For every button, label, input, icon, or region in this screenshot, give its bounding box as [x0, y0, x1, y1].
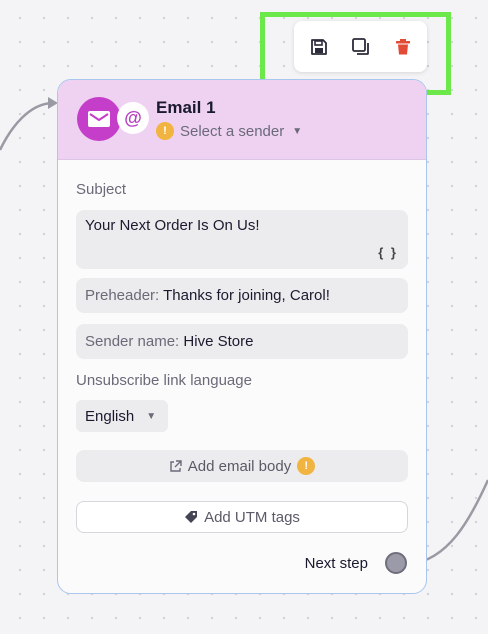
duplicate-button[interactable] — [350, 36, 372, 58]
node-title: Email 1 — [156, 98, 216, 117]
sender-name-field[interactable]: Sender name: Hive Store — [76, 324, 408, 359]
subject-field[interactable]: Your Next Order Is On Us! { } — [76, 210, 408, 269]
duplicate-icon — [351, 37, 369, 55]
chevron-down-icon: ▼ — [292, 125, 303, 137]
sender-name-value: Hive Store — [183, 333, 254, 350]
language-value: English — [85, 407, 135, 425]
envelope-icon — [88, 111, 110, 127]
warning-icon: ! — [156, 122, 174, 140]
subject-label: Subject — [76, 181, 127, 198]
save-button[interactable] — [308, 36, 330, 58]
trash-icon — [395, 38, 410, 54]
add-email-body-button[interactable]: Add email body ! — [76, 450, 408, 482]
next-step-label: Next step — [304, 555, 368, 572]
node-toolbar — [294, 21, 427, 72]
warning-icon: ! — [297, 457, 316, 475]
email-node[interactable]: @ Email 1 ! Select a sender ▼ Subject Yo… — [57, 79, 427, 594]
incoming-connector — [0, 101, 53, 151]
at-sign-icon: @ — [117, 102, 149, 134]
unsubscribe-label: Unsubscribe link language — [76, 372, 252, 389]
tag-icon — [185, 511, 198, 523]
preheader-value: Thanks for joining, Carol! — [163, 287, 330, 304]
chevron-down-icon: ▼ — [146, 410, 157, 422]
sender-name-key: Sender name: — [85, 333, 180, 350]
subject-value: Your Next Order Is On Us! — [85, 217, 260, 234]
add-utm-tags-button[interactable]: Add UTM tags — [76, 501, 408, 533]
next-step-handle[interactable] — [385, 552, 407, 574]
sender-select[interactable]: ! Select a sender ▼ — [156, 122, 302, 140]
preheader-key: Preheader: — [85, 287, 160, 304]
email-avatar — [77, 97, 121, 141]
language-select[interactable]: English ▼ — [76, 400, 169, 432]
preheader-field[interactable]: Preheader: Thanks for joining, Carol! — [76, 278, 408, 313]
external-link-icon — [170, 459, 182, 472]
add-email-body-label: Add email body — [187, 457, 292, 475]
save-icon — [310, 38, 327, 55]
node-header: @ Email 1 ! Select a sender ▼ — [58, 80, 426, 160]
add-utm-tags-label: Add UTM tags — [204, 508, 300, 526]
sender-select-label: Select a sender — [180, 122, 285, 140]
personalize-icon[interactable]: { } — [378, 245, 398, 260]
delete-button[interactable] — [392, 36, 414, 58]
